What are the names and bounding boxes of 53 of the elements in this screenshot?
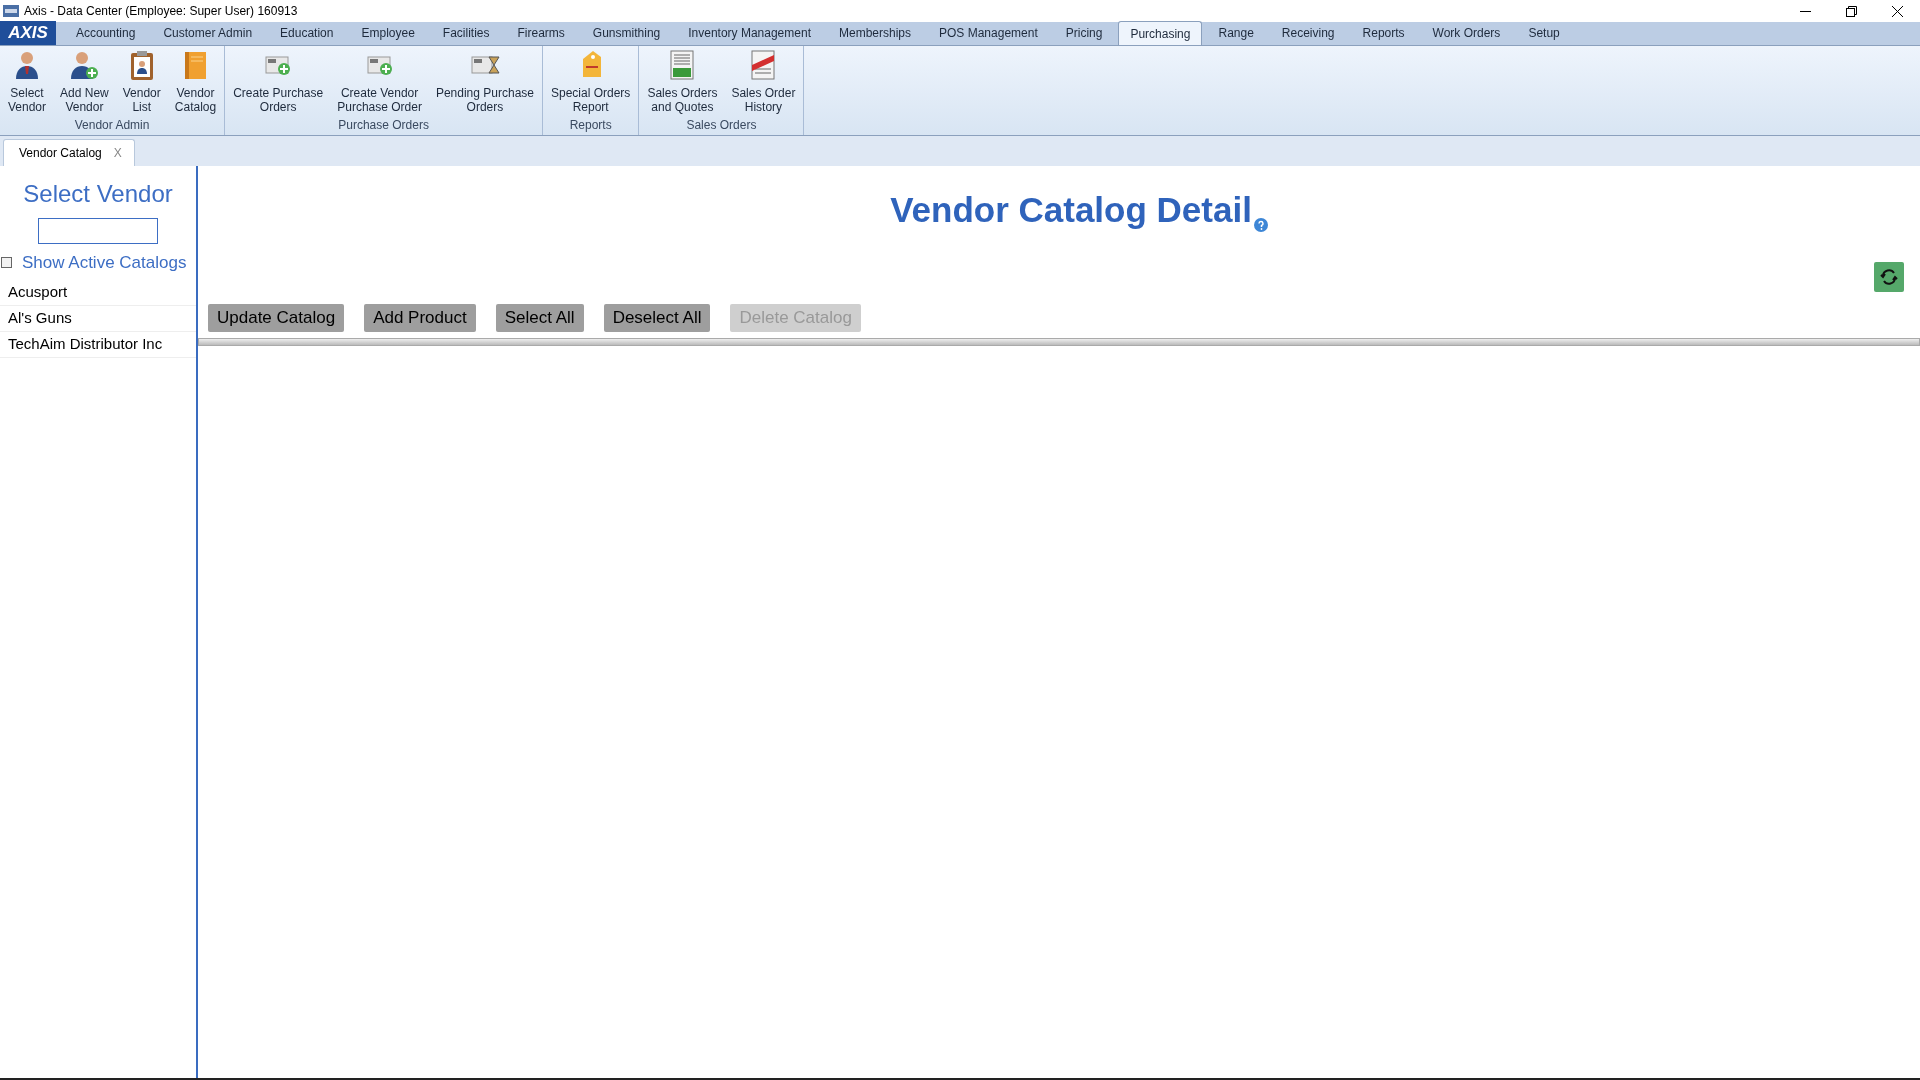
close-icon	[1891, 5, 1903, 17]
ribbon-button[interactable]: Select Vendor	[2, 46, 53, 116]
menu-tab[interactable]: Pricing	[1053, 21, 1115, 45]
action-button[interactable]: Add Product	[364, 303, 476, 332]
menu-tab[interactable]: Accounting	[64, 21, 148, 45]
ribbon-button[interactable]: Vendor List	[116, 46, 167, 116]
person-add-icon	[68, 49, 101, 81]
menu-tab[interactable]: Education	[268, 21, 346, 45]
ribbon-button[interactable]: Sales Orders and Quotes	[641, 46, 724, 116]
ribbon-button[interactable]: Sales Order History	[725, 46, 802, 116]
page-title: Vendor Catalog Detail	[890, 189, 1252, 231]
tab-close-button[interactable]: X	[113, 144, 122, 162]
menu-tab[interactable]: Employee	[349, 21, 427, 45]
menu-tab[interactable]: Inventory Management	[676, 21, 823, 45]
menu-tab[interactable]: Work Orders	[1420, 21, 1513, 45]
menu-tab[interactable]: Receiving	[1269, 21, 1347, 45]
ribbon-button[interactable]: Pending Purchase Orders	[429, 46, 540, 116]
ribbon-button[interactable]: Vendor Catalog	[168, 46, 223, 116]
menu-tab[interactable]: Purchasing	[1118, 21, 1203, 45]
restore-icon	[1845, 5, 1857, 17]
document-tab[interactable]: Vendor Catalog X	[3, 139, 135, 166]
menu-tab[interactable]: Reports	[1350, 21, 1417, 45]
ribbon-group-label: Sales Orders	[685, 117, 758, 134]
menu-tab[interactable]: Setup	[1516, 21, 1572, 45]
action-button[interactable]: Deselect All	[603, 303, 711, 332]
sidebar-title: Select Vendor	[22, 179, 174, 209]
minimize-icon	[1799, 10, 1811, 12]
app-logo[interactable]: AXIS	[0, 21, 56, 45]
ribbon-group-label: Purchase Orders	[337, 117, 430, 134]
app-icon	[3, 5, 19, 17]
action-button[interactable]: Update Catalog	[208, 303, 345, 332]
menu-tab[interactable]: POS Management	[927, 21, 1050, 45]
action-button[interactable]: Select All	[495, 303, 584, 332]
menu-tab[interactable]: Memberships	[827, 21, 923, 45]
help-icon[interactable]	[1253, 218, 1268, 232]
show-active-checkbox[interactable]	[1, 257, 12, 269]
ribbon-group-label: Reports	[568, 117, 613, 134]
ribbon-button[interactable]: Special Orders Report	[545, 46, 637, 116]
ribbon-group-label: Vendor Admin	[73, 117, 151, 134]
menu-tab[interactable]: Gunsmithing	[580, 21, 673, 45]
menu-tab[interactable]: Firearms	[505, 21, 577, 45]
show-active-label: Show Active Catalogs	[22, 252, 187, 274]
menu-tab[interactable]: Range	[1206, 21, 1266, 45]
tab-label: Vendor Catalog	[19, 145, 102, 162]
window-title: Axis - Data Center (Employee: Super User) 160913	[24, 3, 298, 20]
ribbon-button[interactable]: Add New Vendor	[54, 46, 115, 116]
vendor-search-field[interactable]	[38, 218, 158, 244]
menu-tab[interactable]: Facilities	[430, 21, 502, 45]
ribbon-button[interactable]: Create Vendor Purchase Order	[331, 46, 428, 116]
menu-tab[interactable]: Customer Admin	[151, 21, 265, 45]
ribbon-button[interactable]: Create Purchase Orders	[227, 46, 330, 116]
refresh-icon	[1880, 267, 1898, 286]
refresh-button[interactable]	[1874, 261, 1904, 292]
